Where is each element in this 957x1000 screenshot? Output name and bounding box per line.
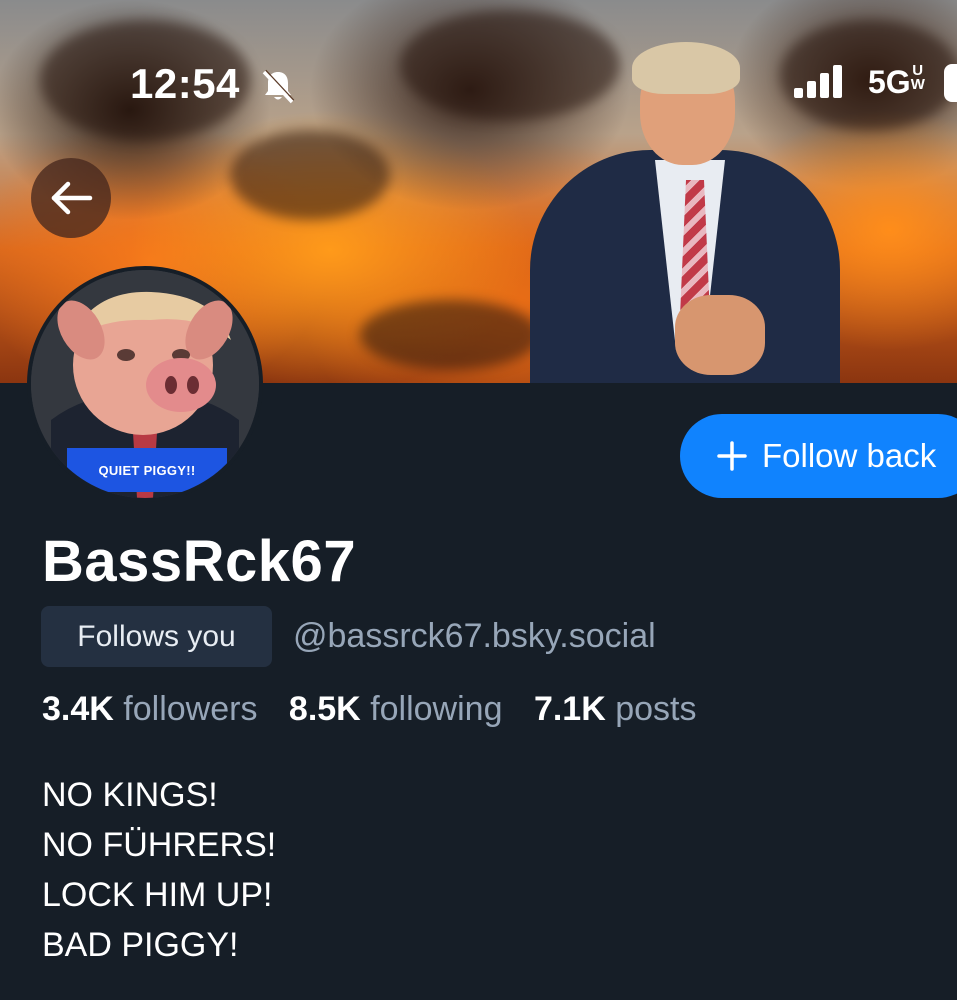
bell-slash-icon: [262, 69, 295, 104]
status-time: 12:54: [130, 60, 240, 107]
followers-stat[interactable]: 3.4K followers: [42, 690, 257, 729]
back-button[interactable]: [31, 158, 111, 238]
follows-you-badge: Follows you: [41, 606, 272, 667]
profile-page: 12:54 5G UW QUIET PIGGY!! Follow back Ba…: [0, 0, 957, 1000]
following-stat[interactable]: 8.5K following: [289, 690, 503, 729]
network-indicator: 5G UW: [868, 62, 925, 100]
avatar[interactable]: QUIET PIGGY!!: [27, 266, 263, 502]
cellular-signal-icon: [794, 65, 842, 98]
arrow-left-icon: [51, 181, 93, 215]
posts-stat[interactable]: 7.1K posts: [534, 690, 697, 729]
follow-back-button[interactable]: Follow back: [680, 414, 957, 498]
profile-bio: NO KINGS! NO FÜHRERS! LOCK HIM UP! BAD P…: [42, 770, 276, 970]
avatar-caption: QUIET PIGGY!!: [67, 448, 227, 492]
plus-icon: [717, 441, 747, 471]
bio-line: BAD PIGGY!: [42, 926, 239, 964]
bio-line: NO FÜHRERS!: [42, 826, 277, 864]
display-name: BassRck67: [42, 529, 357, 594]
bio-line: LOCK HIM UP!: [42, 876, 273, 914]
profile-handle: @bassrck67.bsky.social: [293, 617, 656, 655]
bio-line: NO KINGS!: [42, 776, 218, 814]
profile-stats: 3.4K followers 8.5K following 7.1K posts: [42, 690, 719, 729]
follow-back-label: Follow back: [762, 437, 937, 474]
battery-icon: [944, 64, 957, 102]
